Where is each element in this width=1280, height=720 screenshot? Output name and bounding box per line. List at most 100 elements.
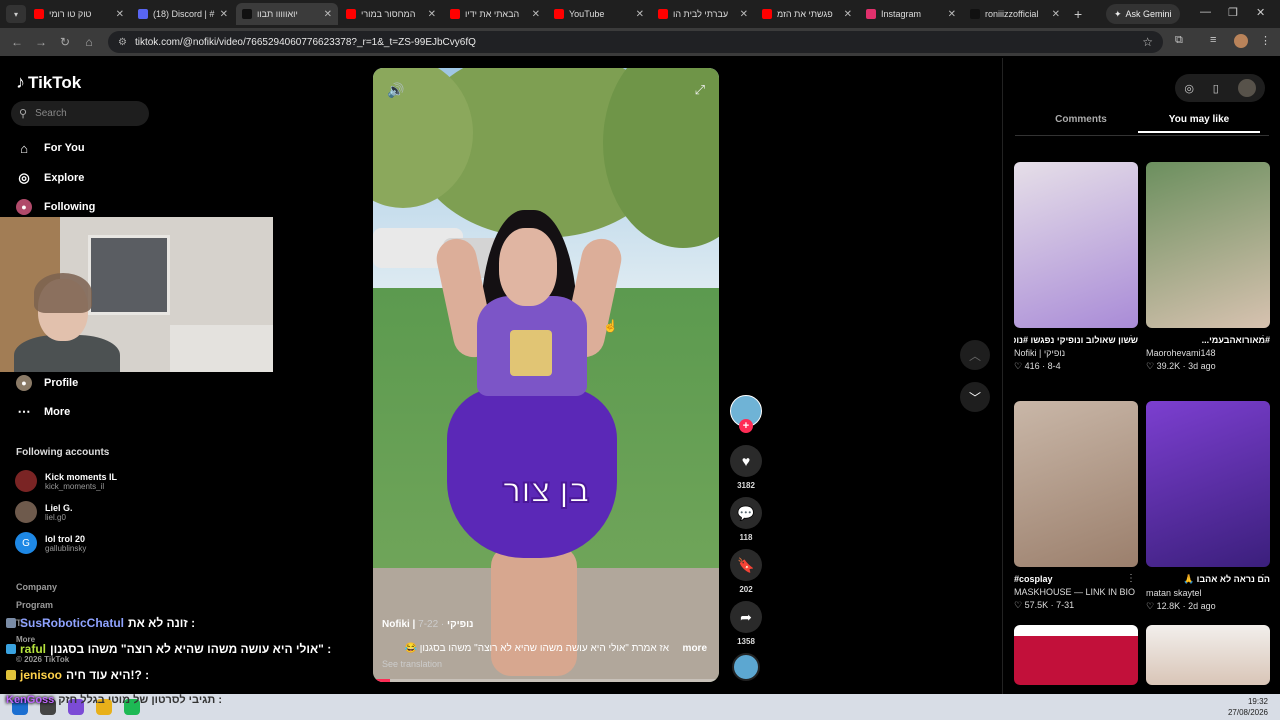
extensions-icon[interactable]: ⧉ bbox=[1175, 34, 1183, 47]
reload-button[interactable]: ↻ bbox=[54, 35, 76, 49]
browser-menu-icon[interactable]: ⋮ bbox=[1260, 34, 1271, 47]
comment-action[interactable]: 💬 118 bbox=[730, 497, 762, 542]
card-thumbnail[interactable] bbox=[1146, 625, 1270, 685]
footer-program[interactable]: Program bbox=[16, 600, 53, 610]
card-menu-icon[interactable]: ⋮ bbox=[1126, 573, 1136, 584]
follow-plus-button[interactable]: + bbox=[739, 419, 753, 433]
back-button[interactable]: ← bbox=[6, 35, 28, 49]
recommended-card[interactable]: #cosplay MASKHOUSE — LINK IN BIO ♡ 57.5K… bbox=[1014, 401, 1138, 611]
card-menu-icon[interactable]: ⋮ bbox=[1258, 334, 1268, 345]
music-disc-icon[interactable] bbox=[732, 653, 760, 681]
user-avatar[interactable] bbox=[1237, 79, 1256, 97]
tab-close-icon[interactable]: ✕ bbox=[636, 9, 644, 20]
footer-company[interactable]: Company bbox=[16, 582, 57, 592]
recommended-card[interactable]: #מאורואהבעמי... Maorohevami148 ♡ 39.2K ·… bbox=[1146, 162, 1270, 372]
browser-tab[interactable]: הבאתי את ידיו ✕ bbox=[444, 3, 546, 25]
tab-search-button[interactable]: ▾ bbox=[6, 5, 26, 23]
next-video-button[interactable]: ﹀ bbox=[960, 382, 990, 412]
recommended-card-partial[interactable] bbox=[1146, 625, 1270, 685]
like-action[interactable]: ♥ 3182 bbox=[730, 445, 762, 490]
card-thumbnail[interactable] bbox=[1146, 401, 1270, 567]
home-button[interactable]: ⌂ bbox=[78, 35, 100, 49]
more-button[interactable]: more bbox=[683, 643, 707, 654]
card-author[interactable]: Nofiki | נופיקי bbox=[1014, 348, 1138, 358]
recommended-card-partial[interactable] bbox=[1014, 625, 1138, 685]
restore-button[interactable]: ❐ bbox=[1228, 6, 1238, 19]
browser-tab[interactable]: roniiizzofficial ✕ bbox=[964, 3, 1066, 25]
card-date: 3d ago bbox=[1188, 361, 1216, 371]
recommended-card[interactable]: ששון שאולוב ונופיקי נפגשו #נופיקי #כוכבת… bbox=[1014, 162, 1138, 372]
browser-tab[interactable]: עברתי לבית הו ✕ bbox=[652, 3, 754, 25]
recommended-card[interactable]: הם נראה לא אהבו 🙏 matan skaytel ♡ 12.8K … bbox=[1146, 401, 1270, 612]
heart-icon[interactable]: ♥ bbox=[730, 445, 762, 477]
browser-profile-avatar[interactable] bbox=[1234, 34, 1248, 48]
previous-video-button[interactable]: ︿ bbox=[960, 340, 990, 370]
following-account-lol-trol[interactable]: G lol trol 20 gallublinsky bbox=[15, 532, 86, 554]
tab-close-icon[interactable]: ✕ bbox=[740, 9, 748, 20]
forward-button[interactable]: → bbox=[30, 35, 52, 49]
fullscreen-icon[interactable]: ⤢ bbox=[695, 82, 705, 98]
card-author[interactable]: MASKHOUSE — LINK IN BIO bbox=[1014, 587, 1138, 597]
tab-comments[interactable]: Comments bbox=[1020, 114, 1142, 131]
card-author[interactable]: matan skaytel bbox=[1146, 588, 1270, 598]
sidebar-item-profile[interactable]: ● Profile bbox=[16, 375, 78, 391]
following-account-kick-moments[interactable]: Kick moments IL kick_moments_il bbox=[15, 470, 117, 492]
card-thumbnail[interactable] bbox=[1014, 625, 1138, 685]
tab-close-icon[interactable]: ✕ bbox=[948, 9, 956, 20]
close-window-button[interactable]: ✕ bbox=[1256, 6, 1265, 19]
card-menu-icon[interactable]: ⋮ bbox=[1258, 573, 1268, 584]
see-translation-link[interactable]: See translation bbox=[382, 659, 442, 669]
card-stats: ♡ 57.5K · 7-31 bbox=[1014, 600, 1075, 610]
card-thumbnail[interactable] bbox=[1146, 162, 1270, 328]
sidebar-item-for-you[interactable]: ⌂ For You bbox=[16, 140, 84, 156]
reading-list-icon[interactable]: ≡ bbox=[1210, 34, 1216, 46]
comment-icon[interactable]: 💬 bbox=[730, 497, 762, 529]
share-icon[interactable]: ➦ bbox=[730, 601, 762, 633]
video-author-line[interactable]: Nofiki | נופיקי · 7-22 bbox=[382, 619, 473, 630]
tiktok-logo[interactable]: ♪ TikTok bbox=[16, 72, 81, 93]
tab-you-may-like[interactable]: You may like bbox=[1138, 114, 1260, 133]
save-action[interactable]: 🔖 202 bbox=[730, 549, 762, 594]
card-author[interactable]: Maorohevami148 bbox=[1146, 348, 1270, 358]
new-tab-button[interactable]: + bbox=[1074, 6, 1082, 22]
url-field[interactable]: ⚙ tiktok.com/@nofiki/video/7665294060776… bbox=[108, 31, 1163, 53]
browser-tab[interactable]: יואווווו תבוו ✕ bbox=[236, 3, 338, 25]
video-player[interactable]: בן צור 🔊 ⤢ Nofiki | נופיקי · 7-22 אז אמר… bbox=[373, 68, 719, 682]
browser-tab[interactable]: YouTube ✕ bbox=[548, 3, 650, 25]
bookmark-icon[interactable]: 🔖 bbox=[730, 549, 762, 581]
tiktok-note-icon: ♪ bbox=[16, 72, 25, 92]
card-thumbnail[interactable] bbox=[1014, 162, 1138, 328]
tab-close-icon[interactable]: ✕ bbox=[116, 9, 124, 20]
video-progress-bar[interactable] bbox=[373, 679, 719, 682]
device-icon[interactable]: ▯ bbox=[1213, 82, 1219, 95]
search-input[interactable]: ⚲ Search bbox=[11, 101, 149, 126]
compass-icon[interactable]: ◎ bbox=[1184, 82, 1194, 95]
card-thumbnail[interactable] bbox=[1014, 401, 1138, 567]
browser-tab[interactable]: טוק טו רומי ✕ bbox=[28, 3, 130, 25]
chat-username: KenGoss bbox=[6, 694, 55, 706]
site-info-icon[interactable]: ⚙ bbox=[118, 37, 127, 48]
browser-tab[interactable]: פגשתי את הזמ ✕ bbox=[756, 3, 858, 25]
tab-close-icon[interactable]: ✕ bbox=[428, 9, 436, 20]
tab-close-icon[interactable]: ✕ bbox=[324, 9, 332, 20]
bookmark-star-icon[interactable]: ☆ bbox=[1142, 35, 1153, 49]
chat-message: KenGoss: תגיבי לסרטון של מוטי בגלל חזק bbox=[6, 694, 222, 706]
card-menu-icon[interactable]: ⋮ bbox=[1126, 334, 1136, 345]
share-action[interactable]: ➦ 1358 bbox=[730, 601, 762, 646]
browser-tab[interactable]: Instagram ✕ bbox=[860, 3, 962, 25]
tab-close-icon[interactable]: ✕ bbox=[532, 9, 540, 20]
volume-icon[interactable]: 🔊 bbox=[387, 82, 404, 99]
browser-tab[interactable]: המחסור במורי ✕ bbox=[340, 3, 442, 25]
system-clock[interactable]: 19:32 27/08/2026 bbox=[1228, 696, 1268, 718]
tab-list: טוק טו רומי ✕ (18) Discord | # ✕ יואווווו תב… bbox=[26, 3, 1066, 25]
tab-close-icon[interactable]: ✕ bbox=[1052, 9, 1060, 20]
tab-close-icon[interactable]: ✕ bbox=[220, 9, 228, 20]
sidebar-item-more[interactable]: ⋯ More bbox=[16, 404, 71, 420]
sidebar-item-explore[interactable]: ◎ Explore bbox=[16, 170, 84, 186]
sidebar-item-following[interactable]: ● Following bbox=[16, 199, 95, 215]
ask-gemini-button[interactable]: ✦ Ask Gemini bbox=[1106, 4, 1180, 24]
browser-tab[interactable]: (18) Discord | # ✕ bbox=[132, 3, 234, 25]
following-account-liel[interactable]: Liel G. liel.g0 bbox=[15, 501, 73, 523]
tab-close-icon[interactable]: ✕ bbox=[844, 9, 852, 20]
minimize-button[interactable]: — bbox=[1200, 6, 1211, 18]
